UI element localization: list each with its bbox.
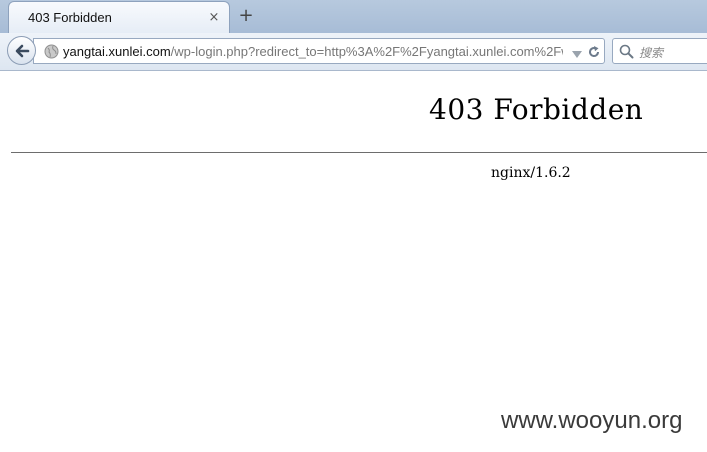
- reload-icon[interactable]: [587, 44, 601, 58]
- url-text[interactable]: yangtai.xunlei.com/wp-login.php?redirect…: [63, 44, 563, 59]
- url-path: /wp-login.php?redirect_to=http%3A%2F%2Fy…: [170, 44, 563, 59]
- page-title: 403 Forbidden: [429, 93, 644, 126]
- navigation-bar: yangtai.xunlei.com/wp-login.php?redirect…: [0, 33, 707, 71]
- page-content: 403 Forbidden nginx/1.6.2 www.wooyun.org: [0, 71, 707, 452]
- search-icon: [619, 44, 634, 63]
- dropdown-triangle-icon[interactable]: [571, 45, 583, 58]
- address-bar[interactable]: yangtai.xunlei.com/wp-login.php?redirect…: [33, 38, 605, 64]
- close-icon[interactable]: ×: [207, 11, 221, 25]
- tab-active[interactable]: 403 Forbidden ×: [8, 1, 230, 33]
- server-signature: nginx/1.6.2: [491, 165, 571, 181]
- search-input[interactable]: 搜索: [612, 38, 707, 64]
- url-host: yangtai.xunlei.com: [63, 44, 171, 59]
- back-arrow-icon: [15, 44, 30, 58]
- horizontal-rule: [11, 152, 707, 153]
- globe-icon: [44, 44, 59, 63]
- back-button[interactable]: [7, 36, 36, 65]
- tab-title: 403 Forbidden: [28, 10, 112, 25]
- search-placeholder: 搜索: [639, 46, 664, 60]
- new-tab-plus-icon[interactable]: +: [236, 6, 256, 26]
- watermark: www.wooyun.org: [501, 407, 683, 434]
- tab-strip: 403 Forbidden × +: [0, 0, 707, 33]
